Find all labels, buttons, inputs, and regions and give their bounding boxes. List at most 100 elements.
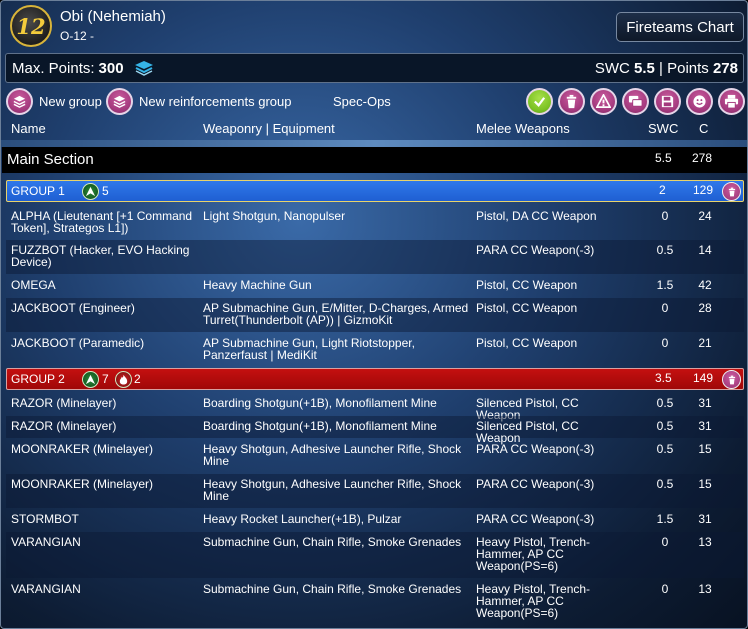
- group-points: 149: [693, 371, 714, 385]
- unit-cost: 31: [698, 419, 712, 433]
- main-section-title: Main Section: [7, 151, 94, 168]
- new-group-button[interactable]: New group: [6, 85, 102, 117]
- order-icon: [82, 371, 99, 388]
- unit-name: JACKBOOT (Engineer): [11, 301, 135, 315]
- table-row[interactable]: RAZOR (Minelayer) Boarding Shotgun(+1B),…: [6, 416, 744, 444]
- column-header-swc: SWC: [648, 121, 679, 136]
- summary-separator: |: [659, 60, 663, 77]
- points-label: Points: [667, 60, 709, 77]
- unit-name: RAZOR (Minelayer): [11, 419, 117, 433]
- check-icon[interactable]: [526, 87, 553, 115]
- group-name: GROUP 1: [11, 184, 65, 198]
- table-row[interactable]: VARANGIAN Submachine Gun, Chain Rifle, S…: [6, 579, 744, 625]
- unit-swc: 0.5: [656, 396, 674, 410]
- main-section-swc: 5.5: [655, 151, 672, 165]
- unit-cost: 21: [698, 336, 712, 350]
- unit-cost: 15: [698, 442, 712, 456]
- max-points[interactable]: Max. Points: 300: [12, 60, 124, 77]
- unit-cost: 13: [698, 582, 712, 596]
- unit-cost: 28: [698, 301, 712, 315]
- max-points-label: Max. Points:: [12, 60, 95, 77]
- unit-cost: 42: [698, 278, 712, 292]
- unit-weapons: Submachine Gun, Chain Rifle, Smoke Grena…: [203, 535, 462, 549]
- table-row[interactable]: STORMBOT Heavy Rocket Launcher(+1B), Pul…: [6, 509, 744, 531]
- swc-label: SWC: [594, 60, 630, 77]
- header-separator: [1, 140, 747, 147]
- unit-name: FUZZBOT (Hacker, EVO Hacking Device): [11, 243, 190, 269]
- army-header: 12 Obi (Nehemiah) O-12 - Fireteams Chart: [1, 1, 747, 51]
- table-row[interactable]: OMEGA Heavy Machine Gun Pistol, CC Weapo…: [6, 275, 744, 297]
- trash-icon[interactable]: [722, 370, 741, 389]
- unit-name: RAZOR (Minelayer): [11, 396, 117, 410]
- unit-melee: Pistol, CC Weapon: [476, 301, 578, 315]
- unit-melee: Pistol, CC Weapon: [476, 278, 578, 292]
- points-value: 278: [712, 60, 738, 77]
- layers-icon[interactable]: [134, 60, 154, 76]
- print-icon[interactable]: [718, 87, 745, 115]
- column-header-name: Name: [11, 121, 46, 136]
- new-reinforcements-group-label: New reinforcements group: [139, 93, 292, 109]
- unit-weapons: Heavy Rocket Launcher(+1B), Pulzar: [203, 512, 402, 526]
- unit-name: OMEGA: [11, 278, 56, 292]
- group-swc: 2: [659, 183, 666, 197]
- order-count: 7: [102, 372, 109, 386]
- unit-swc: 0: [661, 535, 669, 549]
- table-row[interactable]: JACKBOOT (Engineer) AP Submachine Gun, E…: [6, 298, 744, 332]
- swc-value: 5.5: [633, 60, 655, 77]
- unit-swc: 0: [661, 209, 669, 223]
- unit-swc: 1.5: [656, 512, 674, 526]
- save-icon[interactable]: [654, 87, 681, 115]
- unit-cost: 31: [698, 396, 712, 410]
- unit-melee: PARA CC Weapon(-3): [476, 442, 595, 456]
- trash-icon[interactable]: [722, 182, 741, 201]
- order-icon: [82, 183, 99, 200]
- table-row[interactable]: JACKBOOT (Paramedic) AP Submachine Gun, …: [6, 333, 744, 367]
- unit-weapons: Heavy Shotgun, Adhesive Launcher Rifle, …: [203, 477, 462, 503]
- table-row[interactable]: FUZZBOT (Hacker, EVO Hacking Device) PAR…: [6, 240, 744, 274]
- swc-points-summary: SWC 5.5 | Points 278: [595, 60, 738, 77]
- faction-logo: 12: [10, 5, 52, 47]
- unit-melee: Heavy Pistol, Trench-Hammer, AP CC Weapo…: [476, 535, 591, 573]
- army-subtitle: O-12 -: [60, 29, 95, 43]
- unit-weapons: Light Shotgun, Nanopulser: [203, 209, 346, 223]
- table-row[interactable]: RAZOR (Minelayer) Boarding Shotgun(+1B),…: [6, 393, 744, 421]
- army-builder-window: 12 Obi (Nehemiah) O-12 - Fireteams Chart…: [0, 0, 748, 629]
- group-1-bar[interactable]: GROUP 1 5 2 129: [6, 180, 744, 202]
- group-swc: 3.5: [655, 371, 672, 385]
- group-2-bar[interactable]: GROUP 2 7 2 3.5 149: [6, 368, 744, 390]
- unit-swc: 0: [661, 582, 669, 596]
- unit-weapons: Heavy Machine Gun: [203, 278, 312, 292]
- trash-icon[interactable]: [558, 87, 585, 115]
- unit-cost: 31: [698, 512, 712, 526]
- unit-name: MOONRAKER (Minelayer): [11, 477, 154, 491]
- layers-add-icon: [106, 87, 133, 115]
- toolbar-actions: [526, 85, 745, 117]
- main-section-points: 278: [692, 151, 713, 165]
- unit-swc: 0: [661, 301, 669, 315]
- smiley-icon[interactable]: [686, 87, 713, 115]
- unit-swc: 0.5: [656, 442, 674, 456]
- table-row[interactable]: VARANGIAN Submachine Gun, Chain Rifle, S…: [6, 532, 744, 578]
- chat-icon[interactable]: [622, 87, 649, 115]
- army-name: Obi (Nehemiah): [60, 8, 166, 25]
- group-points: 129: [693, 183, 714, 197]
- unit-cost: 14: [698, 243, 712, 257]
- unit-melee: Pistol, CC Weapon: [476, 336, 578, 350]
- unit-name: MOONRAKER (Minelayer): [11, 442, 154, 456]
- new-group-label: New group: [39, 93, 102, 109]
- unit-melee: PARA CC Weapon(-3): [476, 477, 595, 491]
- unit-weapons: Submachine Gun, Chain Rifle, Smoke Grena…: [203, 582, 462, 596]
- table-row[interactable]: MOONRAKER (Minelayer) Heavy Shotgun, Adh…: [6, 439, 744, 473]
- warning-icon[interactable]: [590, 87, 617, 115]
- fireteams-chart-button[interactable]: Fireteams Chart: [616, 12, 744, 42]
- table-row[interactable]: MOONRAKER (Minelayer) Heavy Shotgun, Adh…: [6, 474, 744, 508]
- table-row[interactable]: ALPHA (Lieutenant [+1 Command Token], St…: [6, 206, 744, 240]
- unit-weapons: Boarding Shotgun(+1B), Monofilament Mine: [203, 419, 437, 433]
- unit-name: VARANGIAN: [11, 582, 81, 596]
- spec-ops-button[interactable]: Spec-Ops: [333, 85, 391, 117]
- layers-add-icon: [6, 87, 33, 115]
- unit-melee: PARA CC Weapon(-3): [476, 512, 595, 526]
- unit-melee: PARA CC Weapon(-3): [476, 243, 595, 257]
- group-name: GROUP 2: [11, 372, 65, 386]
- new-reinforcements-group-button[interactable]: New reinforcements group: [106, 85, 291, 117]
